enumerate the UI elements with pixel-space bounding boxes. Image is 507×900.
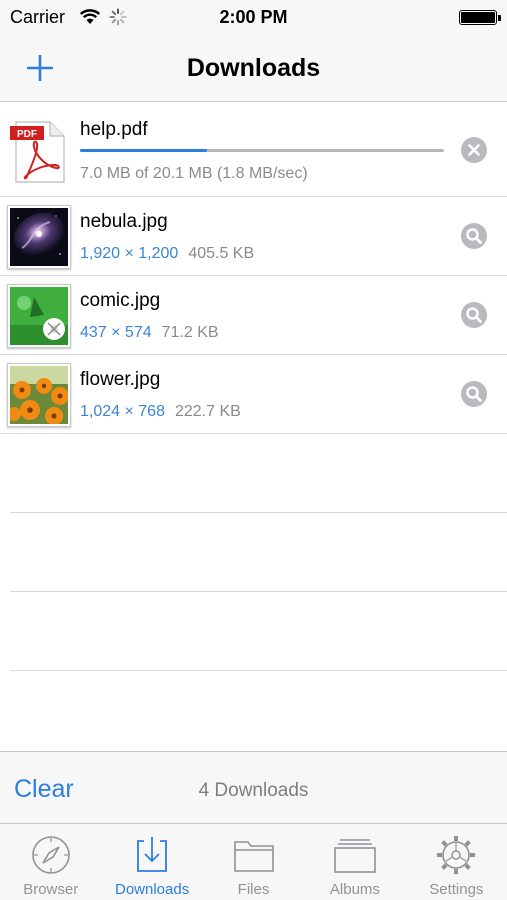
download-progress-fill [80,149,208,152]
search-icon [466,386,482,402]
gear-icon [437,836,476,874]
tab-label: Browser [23,881,79,898]
tab-files[interactable]: Files [203,824,304,900]
tab-bar: Browser Downloads Files Albums Settings [0,823,507,900]
empty-row [10,513,507,592]
tab-downloads[interactable]: Downloads [101,824,202,900]
compass-icon [31,836,70,874]
image-dimensions: 1,920 × 1,200 [80,245,179,262]
file-size: 222.7 KB [174,403,241,420]
cancel-download-button[interactable] [461,137,487,163]
top-bar: Carrier 2:00 PM Downloads [0,0,507,102]
file-metadata: 1,920 × 1,200 405.5 KB [80,245,254,263]
tab-label: Albums [329,881,380,898]
download-count: 4 Downloads [198,780,309,801]
svg-text:PDF: PDF [17,129,37,140]
cancel-icon [468,144,480,156]
image-thumbnail [7,205,71,269]
download-progress-bar [80,149,444,152]
download-row-flower-jpg[interactable]: flower.jpg 1,024 × 768 222.7 KB [0,355,507,434]
search-icon [466,307,482,323]
albums-icon [334,839,376,873]
tab-label: Files [237,881,270,898]
image-thumbnail [7,284,71,348]
file-name: help.pdf [80,119,148,140]
pdf-file-icon: PDF [10,120,66,184]
status-bar: Carrier 2:00 PM [0,0,507,34]
download-progress-text: 7.0 MB of 20.1 MB (1.8 MB/sec) [80,165,308,182]
preview-button[interactable] [461,223,487,249]
image-dimensions: 1,024 × 768 [80,403,165,420]
navigation-bar: Downloads [0,34,507,102]
empty-row [10,592,507,671]
file-metadata: 1,024 × 768 222.7 KB [80,403,241,421]
file-name: nebula.jpg [80,211,168,232]
download-icon [137,837,168,872]
tab-settings[interactable]: Settings [406,824,507,900]
tab-albums[interactable]: Albums [304,824,405,900]
preview-button[interactable] [461,302,487,328]
preview-button[interactable] [461,381,487,407]
status-time: 2:00 PM [219,7,288,27]
tab-label: Downloads [115,881,190,898]
file-size: 405.5 KB [188,245,255,262]
download-row-help-pdf[interactable]: PDF help.pdf 7.0 MB of 20.1 MB (1.8 MB/s… [0,103,507,197]
file-metadata: 437 × 574 71.2 KB [80,324,219,342]
empty-row [10,434,507,513]
image-dimensions: 437 × 574 [80,324,152,341]
downloads-list: PDF help.pdf 7.0 MB of 20.1 MB (1.8 MB/s… [0,103,507,671]
tab-browser[interactable]: Browser [0,824,101,900]
download-row-nebula-jpg[interactable]: nebula.jpg 1,920 × 1,200 405.5 KB [0,197,507,276]
download-row-comic-jpg[interactable]: comic.jpg 437 × 574 71.2 KB [0,276,507,355]
tab-label: Settings [429,881,484,898]
file-name: comic.jpg [80,290,161,311]
image-thumbnail [7,363,71,427]
battery-icon [459,10,501,25]
page-title: Downloads [186,54,321,82]
search-icon [466,228,482,244]
folder-icon [233,841,274,872]
file-name: flower.jpg [80,369,161,390]
bottom-toolbar: Clear 4 Downloads [0,751,507,823]
file-size: 71.2 KB [161,324,219,341]
